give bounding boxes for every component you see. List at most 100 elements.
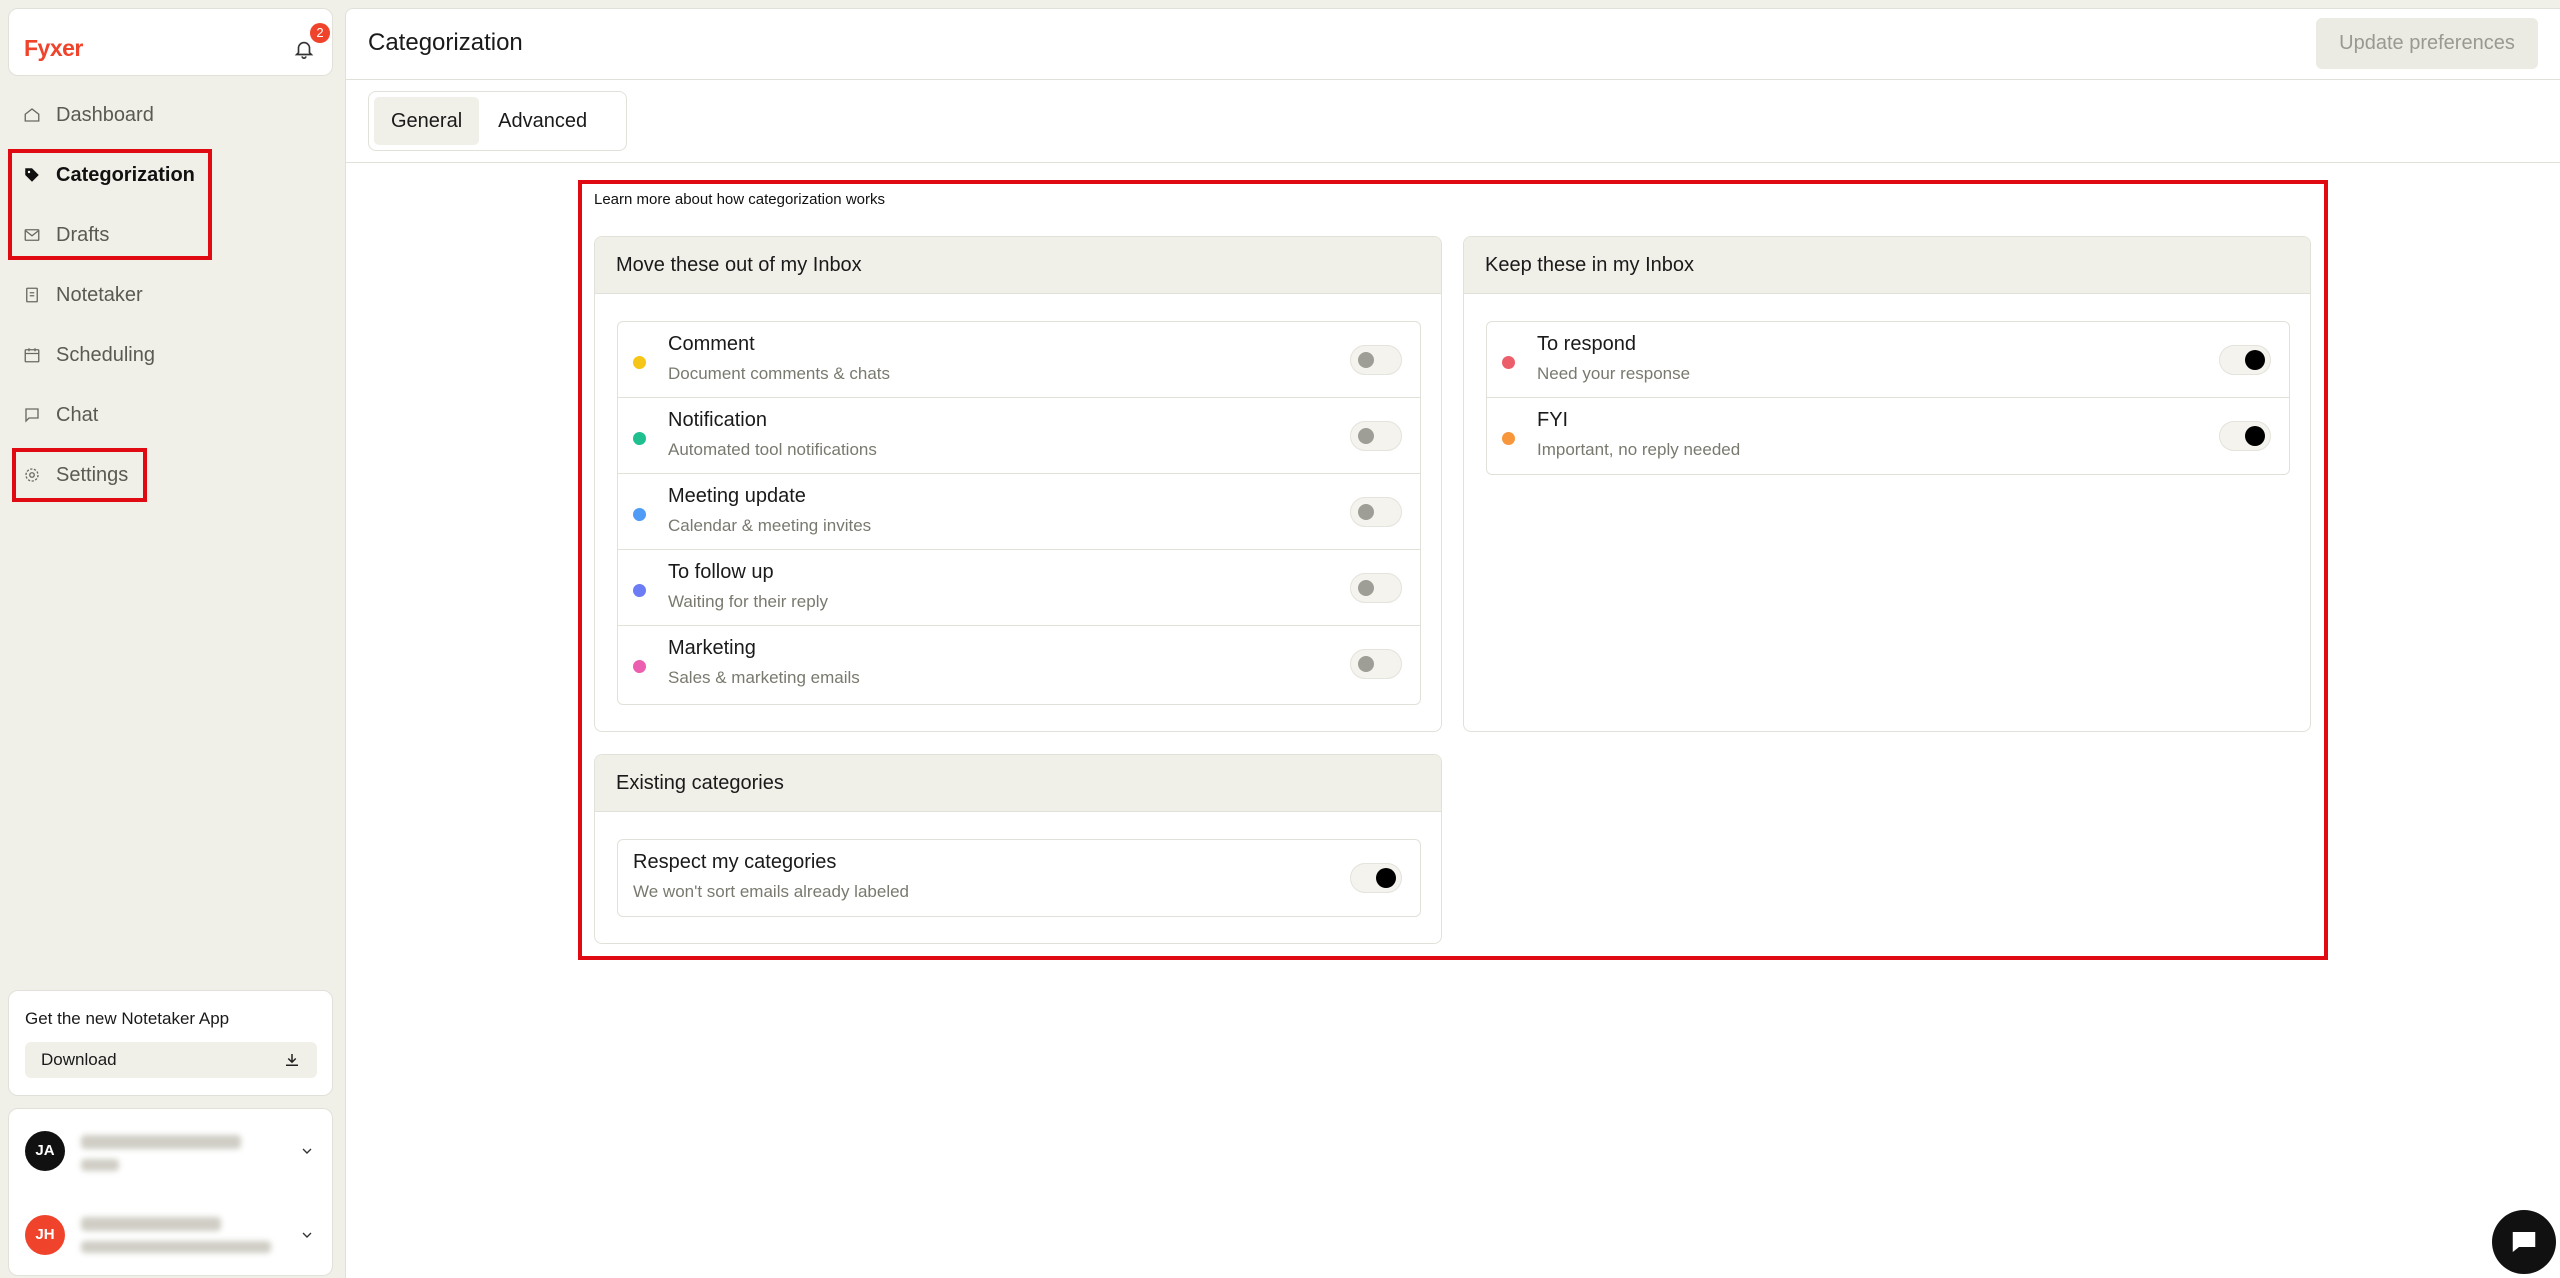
category-subtitle: Sales & marketing emails	[668, 668, 860, 687]
category-subtitle: Important, no reply needed	[1537, 440, 1741, 459]
category-dot	[633, 660, 646, 673]
category-subtitle: Need your response	[1537, 364, 1691, 383]
sidebar-item-label: Dashboard	[56, 103, 154, 126]
keep-in-card: Keep these in my Inbox To respond Need y…	[1463, 236, 2311, 732]
tag-icon	[22, 165, 42, 185]
account-switcher: JA JH	[8, 1108, 333, 1276]
support-chat-button[interactable]	[2492, 1210, 2556, 1274]
category-subtitle: Waiting for their reply	[668, 592, 828, 611]
category-title: To respond	[1537, 333, 1636, 355]
sidebar-item-label: Chat	[56, 403, 99, 426]
toggle-switch[interactable]	[1350, 863, 1402, 893]
move-out-list: Comment Document comments & chats Notifi…	[617, 321, 1421, 705]
list-item: Notification Automated tool notification…	[618, 398, 1420, 474]
sidebar-item-drafts[interactable]: Drafts	[22, 215, 109, 255]
toggle-switch[interactable]	[1350, 421, 1402, 451]
sidebar-item-label: Categorization	[56, 163, 195, 186]
sidebar-item-label: Scheduling	[56, 343, 155, 366]
category-dot	[1502, 432, 1515, 445]
brand-card: Fyxer 2	[8, 8, 333, 76]
bell-icon[interactable]	[293, 38, 315, 60]
account-email-redacted	[81, 1159, 119, 1171]
category-title: FYI	[1537, 409, 1569, 431]
top-bar: Categorization Update preferences	[346, 9, 2560, 80]
category-dot	[633, 432, 646, 445]
download-label: Download	[41, 1050, 117, 1069]
toggle-switch[interactable]	[1350, 573, 1402, 603]
account-name-redacted	[81, 1135, 241, 1149]
category-title: Comment	[668, 333, 755, 355]
account-item[interactable]: JH	[9, 1193, 334, 1277]
tab-general[interactable]: General	[374, 97, 480, 145]
sidebar-item-notetaker[interactable]: Notetaker	[22, 275, 143, 315]
category-dot	[633, 584, 646, 597]
sidebar-item-chat[interactable]: Chat	[22, 395, 98, 435]
sidebar-item-settings[interactable]: Settings	[22, 455, 128, 495]
chevron-down-icon[interactable]	[299, 1143, 315, 1159]
download-button[interactable]: Download	[25, 1042, 317, 1078]
account-email-redacted	[81, 1241, 271, 1253]
avatar: JH	[25, 1215, 65, 1255]
list-item: Meeting update Calendar & meeting invite…	[618, 474, 1420, 550]
category-title: Notification	[668, 409, 767, 431]
sidebar-item-label: Notetaker	[56, 283, 143, 306]
category-title: Respect my categories	[633, 851, 837, 873]
list-item: Respect my categories We won't sort emai…	[618, 840, 1420, 916]
toggle-switch[interactable]	[2219, 421, 2271, 451]
notification-badge: 2	[310, 23, 330, 43]
calendar-icon	[22, 345, 42, 365]
existing-categories-card: Existing categories Respect my categorie…	[594, 754, 1442, 944]
category-subtitle: Automated tool notifications	[668, 440, 877, 459]
account-name-redacted	[81, 1217, 221, 1231]
mail-icon	[22, 225, 42, 245]
chevron-down-icon[interactable]	[299, 1227, 315, 1243]
category-title: Marketing	[668, 637, 756, 659]
home-icon	[22, 105, 42, 125]
category-subtitle: Document comments & chats	[668, 364, 891, 383]
category-dot	[1502, 356, 1515, 369]
category-dot	[633, 356, 646, 369]
move-out-card: Move these out of my Inbox Comment Docum…	[594, 236, 1442, 732]
category-title: To follow up	[668, 561, 774, 583]
sidebar-item-categorization[interactable]: Categorization	[22, 155, 195, 195]
toggle-switch[interactable]	[1350, 497, 1402, 527]
promo-title: Get the new Notetaker App	[25, 1009, 230, 1028]
sidebar-item-dashboard[interactable]: Dashboard	[22, 95, 154, 135]
list-item: Marketing Sales & marketing emails	[618, 626, 1420, 702]
toggle-switch[interactable]	[1350, 345, 1402, 375]
chat-bubble-icon	[2512, 1232, 2536, 1252]
account-item[interactable]: JA	[9, 1109, 334, 1193]
notepad-icon	[22, 285, 42, 305]
tabs: General Advanced	[368, 91, 627, 151]
card-title: Move these out of my Inbox	[595, 237, 1441, 294]
sidebar-item-scheduling[interactable]: Scheduling	[22, 335, 155, 375]
category-dot	[633, 508, 646, 521]
logo[interactable]: Fyxer	[24, 35, 83, 62]
card-title: Existing categories	[595, 755, 1441, 812]
category-subtitle: Calendar & meeting invites	[668, 516, 872, 535]
card-title: Keep these in my Inbox	[1464, 237, 2310, 294]
page-title: Categorization	[368, 29, 523, 56]
notetaker-app-promo: Get the new Notetaker App Download	[8, 990, 333, 1096]
download-icon	[286, 1054, 298, 1066]
gear-icon	[22, 465, 42, 485]
chat-icon	[22, 405, 42, 425]
category-subtitle: We won't sort emails already labeled	[633, 882, 910, 901]
sidebar: Fyxer 2 Dashboard Categorization Drafts …	[0, 0, 345, 1278]
list-item: FYI Important, no reply needed	[1487, 398, 2289, 474]
update-preferences-button[interactable]: Update preferences	[2316, 18, 2538, 69]
list-item: To respond Need your response	[1487, 322, 2289, 398]
toggle-switch[interactable]	[2219, 345, 2271, 375]
toggle-switch[interactable]	[1350, 649, 1402, 679]
learn-more-link[interactable]: Learn more about how categorization work…	[594, 191, 885, 208]
list-item: Comment Document comments & chats	[618, 322, 1420, 398]
tab-advanced[interactable]: Advanced	[481, 97, 604, 145]
keep-in-list: To respond Need your response FYI Import…	[1486, 321, 2290, 475]
tab-bar: General Advanced	[346, 80, 2560, 163]
category-title: Meeting update	[668, 485, 806, 507]
sidebar-item-label: Drafts	[56, 223, 110, 246]
avatar: JA	[25, 1131, 65, 1171]
existing-list: Respect my categories We won't sort emai…	[617, 839, 1421, 917]
list-item: To follow up Waiting for their reply	[618, 550, 1420, 626]
sidebar-item-label: Settings	[56, 463, 129, 486]
